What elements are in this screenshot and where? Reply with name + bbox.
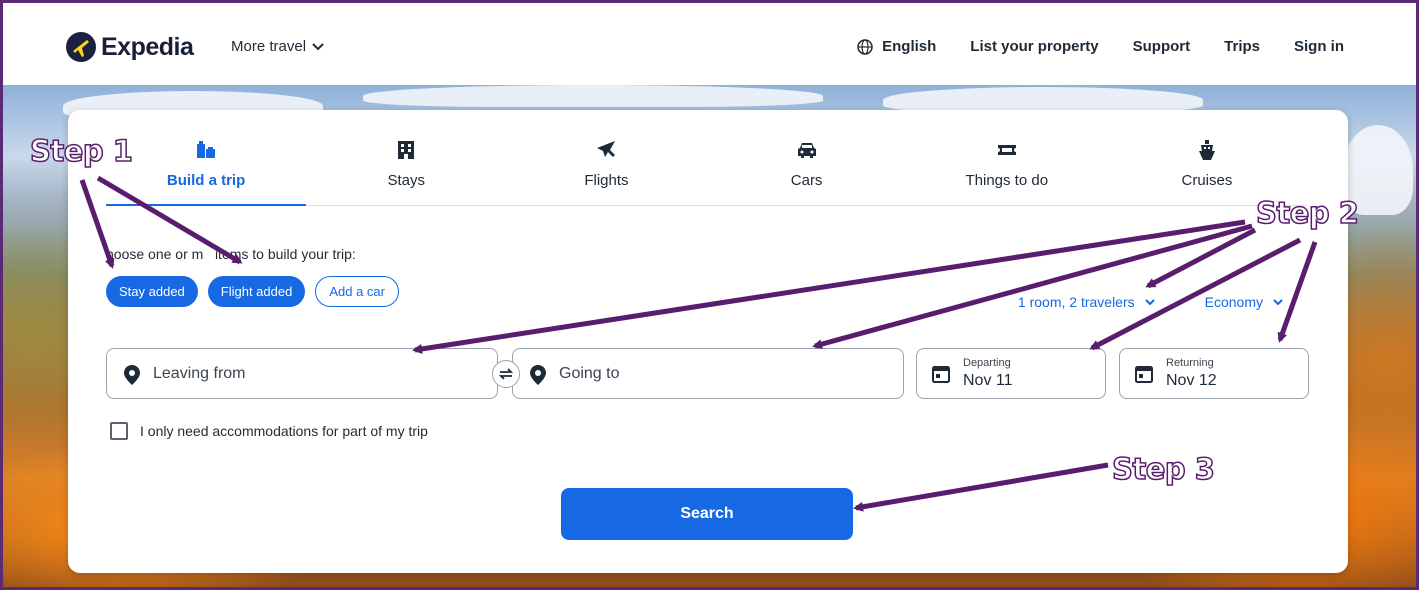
returning-value: Nov 12 bbox=[1166, 372, 1217, 389]
car-icon bbox=[797, 143, 816, 158]
accommodation-checkbox[interactable] bbox=[110, 422, 128, 440]
departing-date-field[interactable]: Departing Nov 11 bbox=[916, 348, 1106, 399]
trip-options: 1 room, 2 travelers Economy bbox=[1018, 294, 1283, 310]
trips-link[interactable]: Trips bbox=[1224, 38, 1260, 55]
returning-label: Returning bbox=[1166, 357, 1214, 369]
tab-label: Things to do bbox=[965, 172, 1049, 189]
sign-in-link[interactable]: Sign in bbox=[1294, 38, 1344, 55]
building-icon bbox=[398, 141, 415, 159]
tab-cruises[interactable]: Cruises bbox=[1107, 134, 1307, 205]
tab-label: Cars bbox=[790, 172, 823, 189]
build-trip-icon bbox=[197, 141, 216, 158]
calendar-icon bbox=[932, 366, 950, 383]
departing-value: Nov 11 bbox=[963, 372, 1013, 389]
tab-cars[interactable]: Cars bbox=[707, 134, 907, 205]
expedia-logo[interactable]: Expedia bbox=[65, 31, 194, 63]
list-property-link[interactable]: List your property bbox=[970, 38, 1098, 55]
returning-date-field[interactable]: Returning Nov 12 bbox=[1119, 348, 1309, 399]
product-tabs: Build a trip Stays Flights Cars Things t… bbox=[106, 134, 1307, 206]
flight-added-chip[interactable]: Flight added bbox=[207, 276, 306, 307]
going-to-placeholder: Going to bbox=[559, 365, 620, 382]
location-pin-icon bbox=[530, 365, 546, 385]
accommodation-checkbox-label: I only need accommodations for part of m… bbox=[140, 423, 428, 439]
add-car-chip[interactable]: Add a car bbox=[315, 276, 399, 307]
mountain-snow bbox=[363, 85, 823, 107]
step2-label: Step 2 bbox=[1255, 195, 1359, 231]
tab-build-trip[interactable]: Build a trip bbox=[106, 134, 307, 206]
language-label: English bbox=[882, 38, 937, 55]
travelers-selector[interactable]: 1 room, 2 travelers bbox=[1018, 294, 1155, 310]
more-travel-label: More travel bbox=[231, 38, 307, 55]
tab-stays[interactable]: Stays bbox=[306, 134, 506, 205]
step1-label: Step 1 bbox=[29, 133, 133, 169]
swap-locations-button[interactable] bbox=[492, 360, 520, 388]
departing-label: Departing bbox=[963, 357, 1011, 369]
tab-things-to-do[interactable]: Things to do bbox=[907, 134, 1107, 205]
tab-label: Cruises bbox=[1181, 172, 1233, 189]
expedia-logo-icon bbox=[66, 32, 96, 62]
accommodation-option: I only need accommodations for part of m… bbox=[110, 422, 428, 440]
leaving-from-field[interactable]: Leaving from bbox=[106, 348, 498, 399]
support-link[interactable]: Support bbox=[1133, 38, 1191, 55]
leaving-from-placeholder: Leaving from bbox=[153, 365, 246, 382]
cabin-class-label: Economy bbox=[1204, 294, 1263, 310]
tab-flights[interactable]: Flights bbox=[506, 134, 706, 205]
globe-icon bbox=[857, 38, 873, 55]
language-selector[interactable]: English bbox=[857, 38, 936, 55]
swap-arrows-icon bbox=[498, 368, 514, 380]
build-trip-instructions: hoose one or m items to build your trip: bbox=[106, 246, 356, 262]
cabin-class-selector[interactable]: Economy bbox=[1205, 294, 1283, 310]
tab-label: Stays bbox=[387, 172, 426, 189]
ticket-icon bbox=[997, 145, 1016, 155]
header-nav: English List your property Support Trips… bbox=[857, 38, 1344, 55]
location-pin-icon bbox=[124, 365, 140, 385]
search-button[interactable]: Search bbox=[561, 488, 853, 540]
trip-item-chips: Stay added Flight added Add a car bbox=[106, 276, 399, 307]
search-card: Build a trip Stays Flights Cars Things t… bbox=[68, 110, 1348, 573]
chevron-down-icon bbox=[312, 42, 324, 50]
chevron-down-icon bbox=[1273, 298, 1283, 305]
logo-text: Expedia bbox=[101, 32, 194, 61]
tab-label: Flights bbox=[584, 172, 629, 189]
cruise-icon bbox=[1198, 140, 1215, 160]
stay-added-chip[interactable]: Stay added bbox=[106, 276, 198, 307]
top-header: Expedia More travel English List your pr… bbox=[3, 3, 1416, 85]
calendar-icon bbox=[1135, 366, 1153, 383]
going-to-field[interactable]: Going to bbox=[512, 348, 904, 399]
screenshot-frame: Expedia More travel English List your pr… bbox=[0, 0, 1419, 590]
plane-icon bbox=[597, 141, 616, 157]
tab-label: Build a trip bbox=[166, 172, 246, 189]
travelers-label: 1 room, 2 travelers bbox=[1017, 294, 1135, 310]
step3-label: Step 3 bbox=[1111, 451, 1215, 487]
chevron-down-icon bbox=[1144, 298, 1155, 305]
more-travel-menu[interactable]: More travel bbox=[231, 38, 324, 55]
